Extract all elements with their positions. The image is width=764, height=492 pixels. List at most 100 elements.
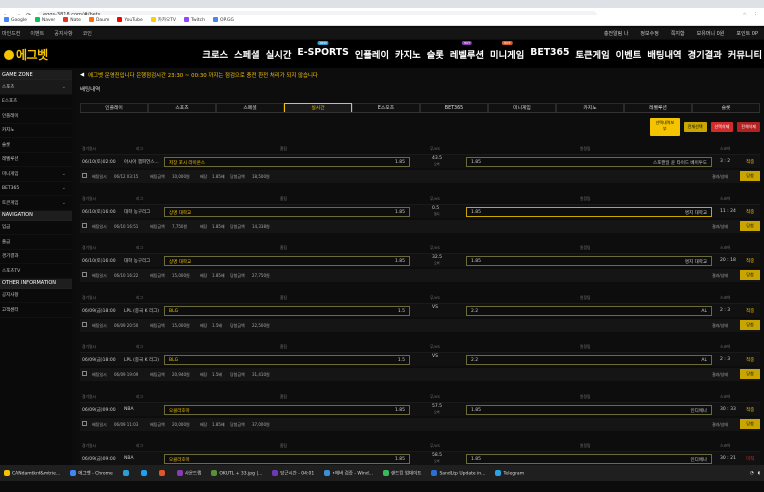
- win-button[interactable]: 당첨: [740, 369, 760, 379]
- topbar-link-3[interactable]: 코인: [83, 30, 92, 37]
- edit-profile[interactable]: 정보수정: [640, 30, 658, 37]
- sidebar-item-inplay[interactable]: 인플레이: [0, 109, 72, 124]
- bookmark-daum[interactable]: Daum: [88, 17, 109, 23]
- select-checkbox[interactable]: [82, 222, 87, 228]
- topbar-link-1[interactable]: 이벤트: [30, 30, 44, 37]
- nav-slot[interactable]: 슬롯: [427, 47, 444, 61]
- nav-levelution[interactable]: HOT 레벨루션: [450, 41, 484, 61]
- select-all-button[interactable]: 전체선택: [683, 122, 707, 132]
- tab-live[interactable]: 실시간: [284, 103, 352, 112]
- sidebar-item-sports[interactable]: 스포츠 ⌄: [0, 80, 72, 95]
- win-button[interactable]: 당첨: [740, 220, 760, 231]
- tab-levelution[interactable]: 레벨루션: [624, 103, 692, 112]
- nav-bet365[interactable]: BET365: [530, 47, 569, 61]
- header-vs: 무/VS: [430, 393, 440, 399]
- bookmark-opgg[interactable]: OP.GG: [213, 17, 234, 23]
- tab-slot[interactable]: 슬롯: [692, 103, 760, 112]
- taskbar-app-3[interactable]: [140, 469, 149, 477]
- win-button[interactable]: 당첨: [740, 171, 760, 181]
- taskbar-chrome[interactable]: 에그벳 - Chrome: [70, 469, 113, 476]
- delete-all-button[interactable]: 전체삭제: [737, 122, 760, 132]
- tab-inplay[interactable]: 인플레이: [80, 103, 148, 112]
- sidebar-item-esports[interactable]: E스포츠: [0, 95, 72, 109]
- nav-special[interactable]: 스페셜: [234, 47, 260, 61]
- tab-minigame[interactable]: 미니게임: [488, 103, 556, 112]
- taskbar-app-9[interactable]: 랜드킹 업데이트: [383, 469, 421, 476]
- win-button[interactable]: 당첨: [740, 319, 760, 330]
- tab-esports[interactable]: E스포츠: [352, 103, 420, 112]
- taskbar-app-2[interactable]: [122, 469, 131, 477]
- bet-time-label: 배팅일시: [92, 322, 107, 328]
- select-checkbox[interactable]: [82, 272, 87, 277]
- messages[interactable]: 쪽지함: [671, 30, 685, 37]
- nav-minigame[interactable]: HOT 미니게임: [490, 41, 524, 61]
- taskbar-telegram[interactable]: Telegram: [495, 469, 524, 476]
- tab-bet365[interactable]: BET365: [420, 103, 488, 112]
- nav-cross[interactable]: 크로스: [202, 47, 228, 61]
- taskbar-app-8[interactable]: •에버 검증 - Wind...: [324, 469, 373, 476]
- wifi-icon[interactable]: ◔: [750, 471, 754, 476]
- taskbar-app-5[interactable]: 사운드랩: [176, 469, 201, 476]
- topbar-link-0[interactable]: 마인드컨: [2, 30, 20, 37]
- bet-time: 06/09 19:09: [114, 372, 139, 377]
- bet-odds: 1.85배: [212, 223, 225, 229]
- taskbar-app-6[interactable]: OKUTL + 33.jpg |...: [211, 469, 262, 476]
- nav-event[interactable]: 이벤트: [616, 47, 642, 61]
- taskbar-app-7[interactable]: 당근시간 - 04:01: [272, 469, 314, 476]
- sidebar-item-support[interactable]: 고객센터: [0, 303, 72, 318]
- nav-token[interactable]: 토큰게임: [575, 47, 609, 61]
- topbar-link-2[interactable]: 공지사항: [54, 30, 72, 37]
- tab-casino[interactable]: 카지노: [556, 103, 624, 112]
- select-checkbox[interactable]: [82, 420, 87, 426]
- delete-selected-button[interactable]: 선택삭제: [710, 122, 734, 132]
- bookmark-youtube[interactable]: YouTube: [117, 17, 143, 23]
- sidebar-item-minigame[interactable]: 미니게임 ⌄: [0, 167, 72, 182]
- bookmark-twitch[interactable]: Twitch: [183, 17, 205, 23]
- sidebar-item-token[interactable]: 토큰게임 ⌄: [0, 196, 72, 211]
- sidebar-item-withdraw[interactable]: 출금: [0, 235, 72, 250]
- site-logo[interactable]: 에그벳: [0, 46, 48, 63]
- nav-esports[interactable]: NEW E-SPORTS: [297, 41, 349, 61]
- twitch-icon: [183, 17, 189, 22]
- bookmark-google[interactable]: Google: [4, 17, 27, 23]
- nav-inplay[interactable]: 인플레이: [355, 47, 389, 61]
- nav-casino[interactable]: 카지노: [395, 47, 421, 61]
- bookmark-naver[interactable]: Naver: [34, 17, 55, 23]
- volume-icon[interactable]: ◖: [758, 471, 760, 476]
- tab-special[interactable]: 스페셜: [216, 103, 284, 112]
- bookmark-kakaotv[interactable]: 카카오TV: [150, 17, 176, 23]
- nav-live[interactable]: 실시간: [266, 47, 292, 61]
- win-button[interactable]: 당첨: [740, 270, 760, 280]
- select-checkbox[interactable]: [82, 321, 87, 327]
- sidebar-item-levelution[interactable]: 레벨루션: [0, 153, 72, 167]
- header-league: 리그: [136, 294, 143, 300]
- app-icon: [158, 469, 165, 476]
- bet-odds: 1.85배: [212, 174, 225, 179]
- sidebar-item-sportstv[interactable]: 스포츠TV: [0, 264, 72, 279]
- header-away: 원정팀: [580, 393, 591, 399]
- view-selected-button[interactable]: 선택내역보 부: [649, 118, 680, 136]
- score: 2 : 3: [720, 357, 731, 362]
- nav-results[interactable]: 경기결과: [688, 47, 722, 61]
- bet-header: 경기일시 리그 홈팀 무/VS 원정팀 스코어: [80, 294, 764, 302]
- select-checkbox[interactable]: [82, 173, 87, 178]
- charge-alert[interactable]: 충전알림 나: [604, 30, 629, 37]
- sidebar-item-results[interactable]: 경기결과: [0, 250, 72, 264]
- odds-label: 배당: [200, 273, 208, 278]
- nav-community[interactable]: 커뮤니티: [728, 47, 762, 61]
- sidebar-item-deposit[interactable]: 입금: [0, 221, 72, 235]
- taskbar-explorer[interactable]: CANdamtknf&mtrie...: [4, 469, 60, 476]
- bookmark-nate[interactable]: Nate: [63, 17, 81, 23]
- vs-value: 0.5: [432, 205, 440, 211]
- taskbar-app-10[interactable]: SandLtp Update in...: [431, 469, 485, 476]
- select-checkbox[interactable]: [82, 371, 87, 376]
- home-odds: 1.85: [394, 457, 405, 462]
- sidebar-item-slot[interactable]: 슬롯: [0, 138, 72, 153]
- sidebar-item-bet365[interactable]: BET365 ⌄: [0, 182, 72, 196]
- taskbar-app-4[interactable]: [158, 469, 167, 477]
- sidebar-item-notice[interactable]: 공지사항: [0, 289, 72, 303]
- sidebar-item-casino[interactable]: 카지노: [0, 124, 72, 138]
- win-button[interactable]: 당첨: [740, 418, 760, 429]
- nav-bet-history[interactable]: 배팅내역: [647, 47, 681, 61]
- tab-sports[interactable]: 스포츠: [148, 103, 216, 112]
